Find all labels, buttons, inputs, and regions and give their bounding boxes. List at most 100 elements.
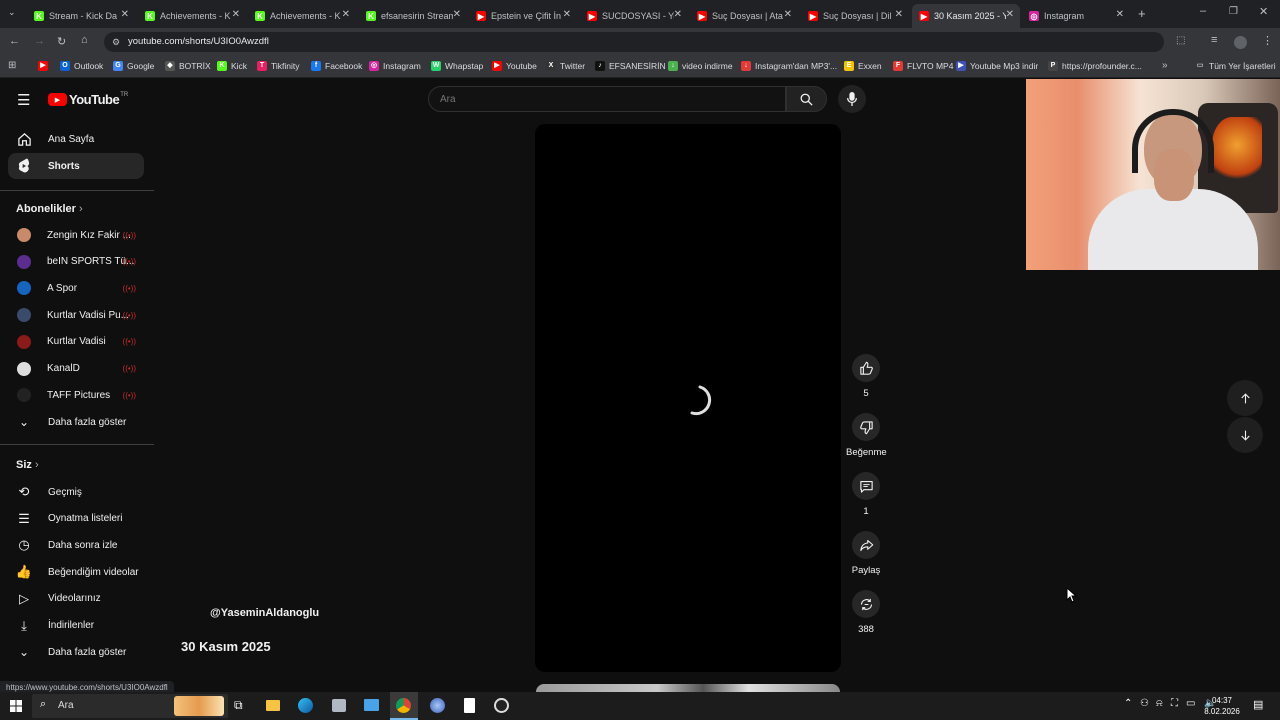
dislike-button[interactable] xyxy=(852,413,880,441)
share-button[interactable] xyxy=(852,531,880,559)
app-circle-icon[interactable] xyxy=(430,698,445,713)
subscriptions-header[interactable]: Abonelikler › xyxy=(16,203,83,215)
share-action[interactable]: Paylaş xyxy=(846,531,886,576)
bookmark-item[interactable]: O Outlook xyxy=(60,61,103,71)
remix-button[interactable] xyxy=(852,590,880,618)
close-tab-icon[interactable]: ✕ xyxy=(895,9,903,20)
desktop-app-icon[interactable] xyxy=(364,699,379,711)
sidebar-item-shorts[interactable]: Shorts xyxy=(8,153,144,179)
extensions-icon[interactable]: ⬚ xyxy=(1176,35,1185,46)
bookmark-item[interactable]: ▶ Youtube Mp3 indir xyxy=(956,61,1038,71)
subscription-item[interactable]: beIN SPORTS Tü... ((•)) xyxy=(8,249,144,275)
taskbar-chrome-active[interactable] xyxy=(390,692,418,720)
bookmark-item[interactable]: K Kick xyxy=(217,61,247,71)
bookmark-item[interactable]: T Tikfinity xyxy=(257,61,300,71)
tray-microphone-icon[interactable]: ⍾ xyxy=(1156,698,1163,709)
remix-action[interactable]: 388 xyxy=(846,590,886,635)
bookmark-item[interactable]: ▶ Youtube xyxy=(492,61,537,71)
reload-button[interactable]: ↻ xyxy=(57,35,66,48)
browser-tab[interactable]: ▶ 30 Kasım 2025 - Y ✕ xyxy=(912,4,1020,28)
bookmark-item[interactable]: E Exxen xyxy=(844,61,882,71)
bookmark-item[interactable]: ◆ BOTRİX xyxy=(165,61,211,71)
subscription-item[interactable]: A Spor ((•)) xyxy=(8,275,144,301)
you-item[interactable]: ☰ Oynatma listeleri xyxy=(8,506,144,532)
browser-tab[interactable]: ◎ Instagram ✕ xyxy=(1022,4,1130,28)
bookmark-item[interactable]: ◎ Instagram xyxy=(369,61,421,71)
you-item[interactable]: ⟲ Geçmiş xyxy=(8,479,144,505)
you-item[interactable]: ▷ Videolarınız xyxy=(8,586,144,612)
you-item[interactable]: ⤓ İndirilenler xyxy=(8,613,144,639)
close-window-button[interactable]: ✕ xyxy=(1259,5,1268,18)
bookmark-item[interactable]: X Twitter xyxy=(546,61,585,71)
browser-tab[interactable]: Kefsanesirin Stream ✕ xyxy=(359,4,467,28)
browser-tab[interactable]: K Achievements - K ✕ xyxy=(138,4,246,28)
document-app-icon[interactable] xyxy=(464,698,475,713)
bookmark-item[interactable]: W Whapstap xyxy=(431,61,483,71)
minimize-button[interactable]: – xyxy=(1200,5,1206,17)
close-tab-icon[interactable]: ✕ xyxy=(342,9,350,20)
shorts-video-player[interactable] xyxy=(535,124,841,672)
media-controls-icon[interactable]: ≡ xyxy=(1211,34,1217,46)
close-tab-icon[interactable]: ✕ xyxy=(232,9,240,20)
bookmark-item[interactable]: ↓ video indirme xyxy=(668,61,733,71)
you-item[interactable]: 👍 Beğendiğim videolar xyxy=(8,559,144,585)
profile-avatar[interactable] xyxy=(1234,36,1247,49)
close-tab-icon[interactable]: ✕ xyxy=(121,9,129,20)
notification-icon[interactable]: ▤ xyxy=(1253,698,1263,711)
show-more-you[interactable]: ⌄ Daha fazla göster xyxy=(8,639,144,665)
browser-menu-icon[interactable]: ⋮ xyxy=(1262,34,1273,47)
search-button[interactable] xyxy=(786,86,827,112)
address-bar[interactable]: ⚙ youtube.com/shorts/U3IO0Awzdfl xyxy=(104,32,1164,52)
edge-icon[interactable] xyxy=(298,698,313,713)
voice-search-button[interactable] xyxy=(838,85,866,113)
bookmark-item[interactable]: ▶ xyxy=(38,61,52,71)
obs-icon[interactable] xyxy=(494,698,509,713)
tray-network-icon[interactable]: ⚇ xyxy=(1140,698,1149,709)
browser-tab[interactable]: K Achievements - K ✕ xyxy=(248,4,356,28)
like-action[interactable]: 5 xyxy=(846,354,886,399)
search-box[interactable] xyxy=(428,86,786,112)
you-section-header[interactable]: Siz › xyxy=(16,459,39,471)
browser-tab[interactable]: ▶ SUCDOSYASI - Yo ✕ xyxy=(580,4,688,28)
show-more-subscriptions[interactable]: ⌄ Daha fazla göster xyxy=(8,409,144,435)
bookmark-item[interactable]: G Google xyxy=(113,61,154,71)
maximize-button[interactable]: ❐ xyxy=(1229,6,1238,17)
you-item[interactable]: ◷ Daha sonra izle xyxy=(8,532,144,558)
comments-button[interactable] xyxy=(852,472,880,500)
bookmark-item[interactable]: ↓ Instagram'dan MP3'... xyxy=(741,61,837,71)
tray-wifi-icon[interactable]: ▭ xyxy=(1186,698,1195,709)
comments-action[interactable]: 1 xyxy=(846,472,886,517)
subscription-item[interactable]: KanalD ((•)) xyxy=(8,356,144,382)
close-tab-icon[interactable]: ✕ xyxy=(674,9,682,20)
subscription-item[interactable]: Kurtlar Vadisi Pu... ((•)) xyxy=(8,302,144,328)
tab-search-icon[interactable]: ⌄ xyxy=(8,7,16,18)
forward-button[interactable]: → xyxy=(34,35,45,47)
tray-app-icon[interactable]: ⛶ xyxy=(1171,698,1178,709)
next-short-button[interactable] xyxy=(1227,417,1263,453)
search-input[interactable] xyxy=(429,87,769,111)
subscription-item[interactable]: TAFF Pictures ((•)) xyxy=(8,382,144,408)
task-view-icon[interactable]: ⧉ xyxy=(234,698,243,713)
file-explorer-icon[interactable] xyxy=(266,700,280,711)
like-button[interactable] xyxy=(852,354,880,382)
close-tab-icon[interactable]: ✕ xyxy=(563,9,571,20)
back-button[interactable]: ← xyxy=(9,35,20,47)
channel-handle[interactable]: @YaseminAldanoglu xyxy=(210,607,319,619)
bookmark-item[interactable]: Phttps://profounder.c... xyxy=(1048,61,1142,71)
close-tab-icon[interactable]: ✕ xyxy=(1006,9,1014,20)
home-button[interactable]: ⌂ xyxy=(81,34,88,46)
close-tab-icon[interactable]: ✕ xyxy=(784,9,792,20)
store-app-icon[interactable] xyxy=(332,699,346,712)
all-bookmarks-folder[interactable]: ▭ Tüm Yer İşaretleri xyxy=(1195,61,1276,71)
sidebar-item-home[interactable]: Ana Sayfa xyxy=(8,126,144,152)
browser-tab[interactable]: ▶ Epstein ve Çifit İn ✕ xyxy=(469,4,577,28)
apps-grid-icon[interactable]: ⊞ xyxy=(8,60,16,71)
close-tab-icon[interactable]: ✕ xyxy=(1116,9,1124,20)
more-bookmarks-icon[interactable]: » xyxy=(1162,60,1168,71)
tray-chevron-icon[interactable]: ⌃ xyxy=(1124,698,1132,709)
browser-tab[interactable]: K Stream - Kick Da ✕ xyxy=(27,4,135,28)
previous-short-button[interactable] xyxy=(1227,380,1263,416)
bookmark-item[interactable]: f Facebook xyxy=(311,61,362,71)
taskbar-clock[interactable]: 04:37 8.02.2026 xyxy=(1200,695,1244,717)
browser-tab[interactable]: ▶ Suç Dosyası | Ata ✕ xyxy=(690,4,798,28)
